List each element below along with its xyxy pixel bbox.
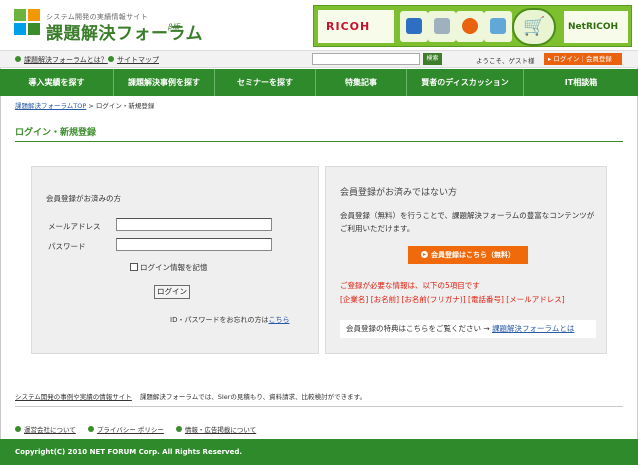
email-label: メールアドレス bbox=[48, 222, 101, 231]
register-panel: 会員登録がお済みではない方 会員登録（無料）を行うことで、課題解決フォーラムの豊… bbox=[325, 166, 607, 354]
ricoh-logo: RICOH bbox=[318, 10, 394, 43]
footer-divider bbox=[15, 406, 623, 407]
chair-icon bbox=[456, 11, 484, 42]
forgot-password-link[interactable]: こちら bbox=[268, 316, 289, 324]
arrow-right-icon: ▸ bbox=[421, 250, 428, 258]
login-panel: 会員登録がお済みの方 メールアドレス パスワード ログイン情報を記憶 ログイン … bbox=[31, 166, 319, 354]
bullet-icon bbox=[175, 426, 182, 432]
printer-icon bbox=[428, 11, 456, 42]
search-input[interactable] bbox=[312, 53, 420, 65]
monitor-icon bbox=[484, 11, 512, 42]
sitemap-link[interactable]: サイトマップ bbox=[108, 55, 159, 65]
nav-item-case-studies[interactable]: 導入実績を探す bbox=[0, 69, 114, 96]
about-forum-link[interactable]: 課題解決フォーラムとは bbox=[492, 324, 574, 333]
required-items: [企業名] [お名前] [お名前(フリガナ)] [電話番号] [メールアドレス] bbox=[340, 295, 565, 304]
breadcrumb-current: ログイン・新規登録 bbox=[95, 102, 155, 110]
bullet-icon bbox=[87, 426, 94, 432]
email-field[interactable] bbox=[116, 218, 272, 231]
netricoh-logo: NetRICOH bbox=[564, 11, 628, 43]
password-label: パスワード bbox=[48, 242, 86, 251]
nav-item-discussion[interactable]: 賢者のディスカッション bbox=[407, 69, 524, 96]
required-info: ご登録が必要な情報は、以下の5項目です [企業名] [お名前] [お名前(フリガ… bbox=[340, 279, 602, 307]
register-description: 会員登録（無料）を行うことで、課題解決フォーラムの豊富なコンテンツがご利用いただ… bbox=[340, 211, 595, 233]
bullet-icon bbox=[108, 56, 114, 62]
title-divider bbox=[15, 141, 623, 142]
breadcrumb: 課題解決フォーラムTOP > ログイン・新規登録 bbox=[15, 100, 154, 110]
footer-link-privacy[interactable]: プライバシー ポリシー bbox=[87, 426, 164, 434]
site-header: システム開発の実績情報サイト 課題解決フォーラム β版 RICOH 🛒 NetR… bbox=[0, 0, 638, 50]
page-title: ログイン・新規登録 bbox=[15, 128, 97, 138]
header-login-button[interactable]: ▸ ログイン｜会員登録 bbox=[544, 53, 622, 65]
footer-links: 運営会社について プライバシー ポリシー 情報・広告掲載について bbox=[15, 424, 266, 434]
breadcrumb-separator: > bbox=[88, 102, 94, 110]
footer-site-text: 課題解決フォーラムでは、SIerの見積もり、資料請求、比較検討ができます。 bbox=[139, 393, 366, 401]
logo-beta-badge: β版 bbox=[168, 23, 180, 31]
nav-item-features[interactable]: 特集記事 bbox=[316, 69, 407, 96]
main-nav: 導入実績を探す 課題解決事例を探す セミナーを探す 特集記事 賢者のディスカッシ… bbox=[0, 69, 638, 96]
about-link[interactable]: 課題解決フォーラムとは？ bbox=[15, 55, 108, 65]
nav-item-solutions[interactable]: 課題解決事例を探す bbox=[114, 69, 215, 96]
checkbox-icon[interactable] bbox=[130, 263, 138, 271]
footer-site-link[interactable]: システム開発の事例や実績の情報サイト bbox=[15, 393, 132, 401]
search-button[interactable]: 検索 bbox=[423, 53, 442, 65]
required-intro: ご登録が必要な情報は、以下の5項目です bbox=[340, 281, 480, 290]
shopping-cart-icon: 🛒 bbox=[512, 8, 556, 46]
bullet-icon bbox=[15, 426, 21, 432]
site-logo-icon[interactable] bbox=[14, 9, 42, 37]
register-heading: 会員登録がお済みではない方 bbox=[340, 188, 458, 198]
ricoh-banner[interactable]: RICOH 🛒 NetRICOH bbox=[313, 5, 632, 47]
nav-item-it-consult[interactable]: IT相談箱 bbox=[524, 69, 638, 96]
copyright-bar: Copyright(C) 2010 NET FORUM Corp. All Ri… bbox=[0, 439, 638, 465]
utility-bar: 課題解決フォーラムとは？ サイトマップ 検索 ようこそ、ゲスト様 ▸ ログイン｜… bbox=[0, 50, 638, 68]
footer-link-advertise[interactable]: 情報・広告掲載について bbox=[175, 426, 256, 434]
bullet-icon bbox=[15, 56, 21, 62]
breadcrumb-home-link[interactable]: 課題解決フォーラムTOP bbox=[15, 102, 86, 110]
binder-icon bbox=[400, 11, 428, 42]
forgot-password: ID・パスワードをお忘れの方はこちら bbox=[170, 316, 290, 324]
login-heading: 会員登録がお済みの方 bbox=[46, 194, 121, 203]
login-button[interactable]: ログイン bbox=[154, 285, 190, 299]
nav-item-seminars[interactable]: セミナーを探す bbox=[215, 69, 316, 96]
welcome-text: ようこそ、ゲスト様 bbox=[476, 57, 535, 65]
remember-checkbox[interactable]: ログイン情報を記憶 bbox=[130, 262, 208, 273]
benefit-box: 会員登録の特典はこちらをご覧ください → 課題解決フォーラムとは bbox=[340, 320, 596, 338]
footer-link-company[interactable]: 運営会社について bbox=[15, 426, 76, 434]
password-field[interactable] bbox=[116, 238, 272, 251]
register-button[interactable]: ▸ 会員登録はこちら（無料） bbox=[408, 246, 528, 264]
footer-description: システム開発の事例や実績の情報サイト 課題解決フォーラムでは、SIerの見積もり… bbox=[15, 391, 366, 401]
